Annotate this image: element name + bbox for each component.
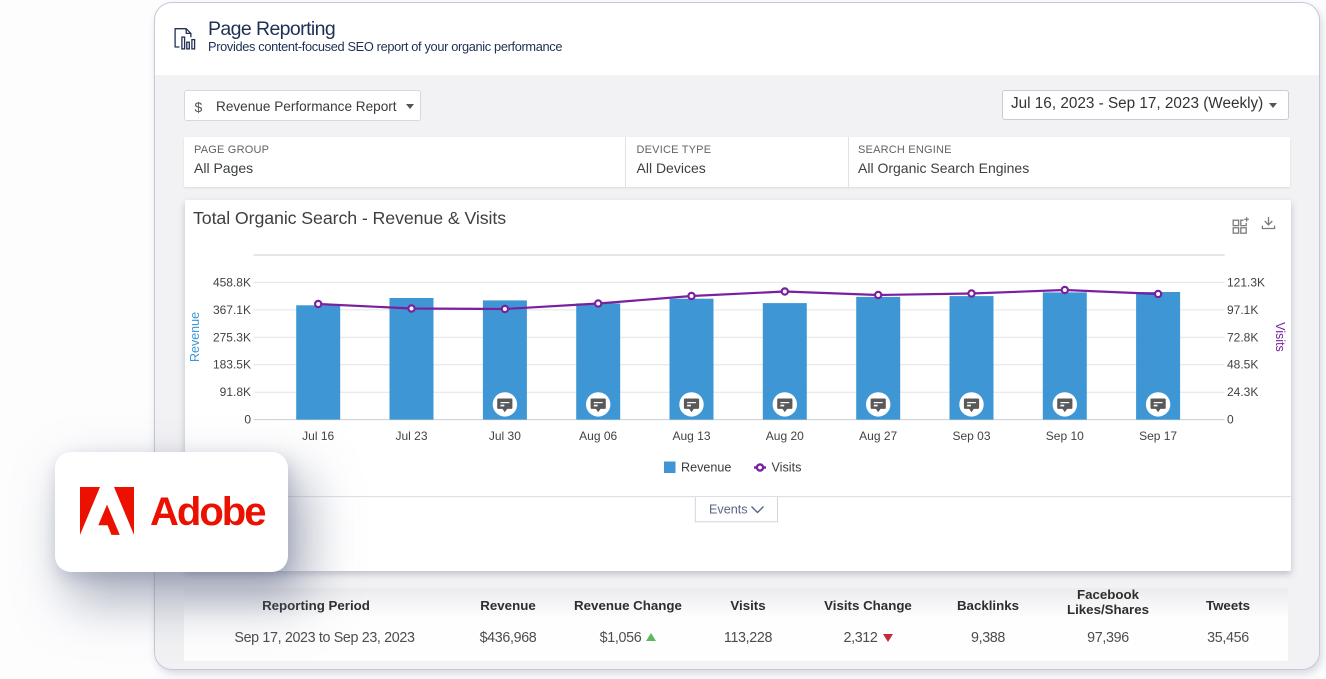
svg-text:Jul 16: Jul 16 [302,429,334,443]
svg-text:Aug 13: Aug 13 [672,429,710,443]
svg-text:Visits: Visits [772,461,802,475]
svg-text:Sep 03: Sep 03 [952,429,990,443]
svg-text:Revenue: Revenue [681,461,731,475]
svg-text:275.3K: 275.3K [213,330,251,344]
svg-text:Jul 23: Jul 23 [395,429,427,443]
svg-text:Sep 10: Sep 10 [1046,429,1084,443]
svg-text:0: 0 [1227,413,1234,427]
svg-text:Visits: Visits [1273,322,1287,352]
svg-text:97.1K: 97.1K [1227,303,1258,317]
svg-text:48.5K: 48.5K [1227,358,1258,372]
svg-text:367.1K: 367.1K [213,303,251,317]
svg-text:121.3K: 121.3K [1227,275,1265,289]
svg-text:0: 0 [244,413,251,427]
svg-text:Aug 06: Aug 06 [579,429,617,443]
svg-text:183.5K: 183.5K [213,358,251,372]
svg-text:Events: Events [709,503,748,517]
svg-text:Sep 17: Sep 17 [1139,429,1177,443]
svg-text:Aug 27: Aug 27 [859,429,897,443]
svg-text:24.3K: 24.3K [1227,385,1258,399]
svg-text:Revenue: Revenue [188,312,202,362]
svg-text:91.8K: 91.8K [220,385,251,399]
svg-text:Aug 20: Aug 20 [766,429,804,443]
svg-text:458.8K: 458.8K [213,275,251,289]
svg-text:72.8K: 72.8K [1227,330,1258,344]
svg-text:Jul 30: Jul 30 [489,429,521,443]
